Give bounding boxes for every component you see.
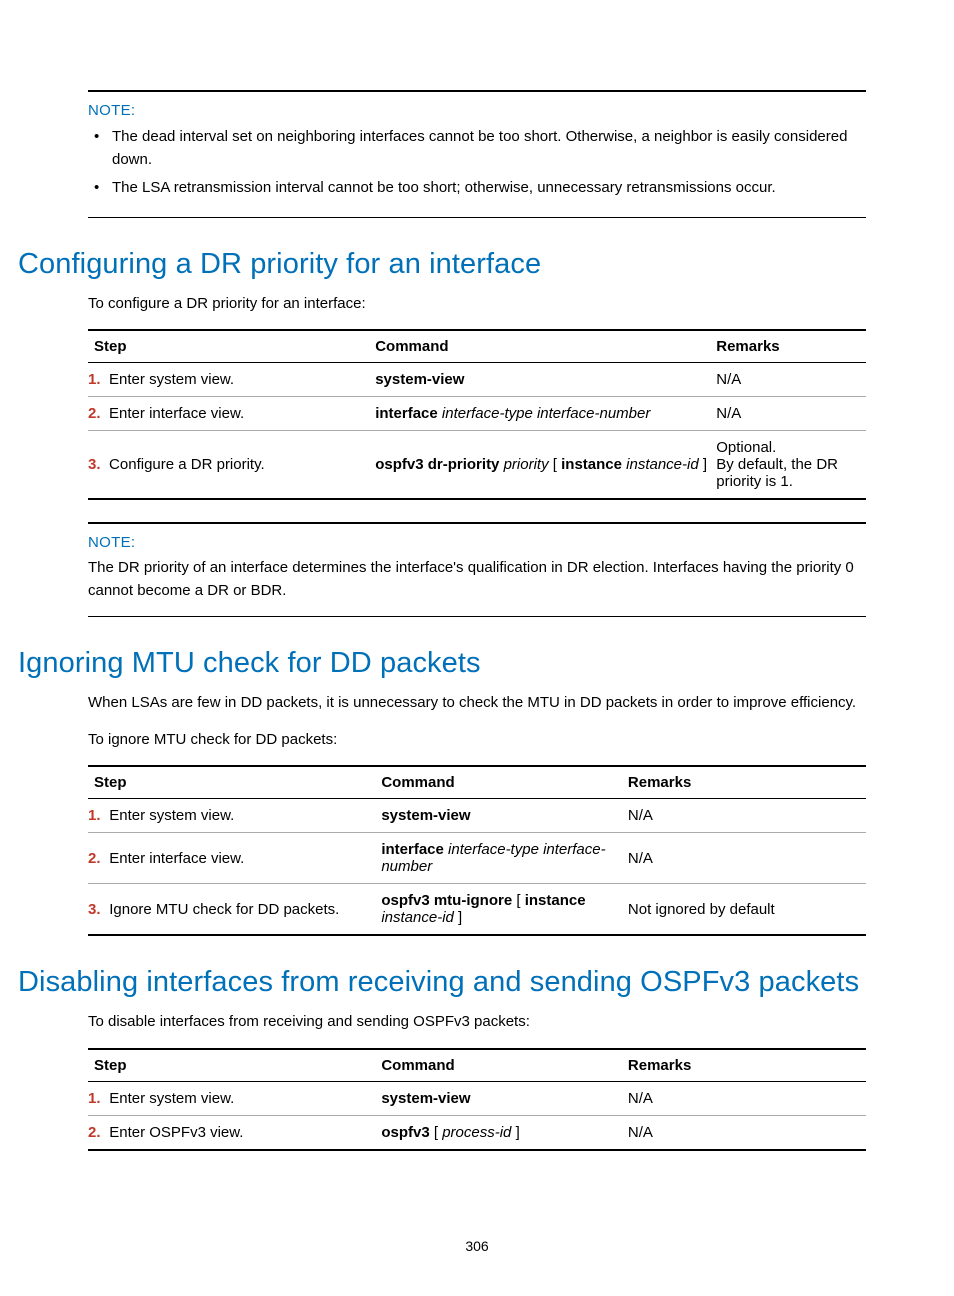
table-row: 1. Enter system view. system-view N/A xyxy=(88,1081,866,1115)
section-intro: To ignore MTU check for DD packets: xyxy=(88,729,866,752)
section-heading-disable: Disabling interfaces from receiving and … xyxy=(18,966,866,999)
step-command: system-view xyxy=(381,1081,628,1115)
note-item: The dead interval set on neighboring int… xyxy=(112,125,866,172)
step-command: system-view xyxy=(381,799,628,833)
th-command: Command xyxy=(375,330,716,363)
note-list: The dead interval set on neighboring int… xyxy=(88,125,866,199)
th-command: Command xyxy=(381,1049,628,1082)
step-desc: Enter system view. xyxy=(109,363,375,397)
section-heading-mtu: Ignoring MTU check for DD packets xyxy=(18,647,866,680)
table-row: 2. Enter OSPFv3 view. ospfv3 [ process-i… xyxy=(88,1115,866,1150)
step-number: 1. xyxy=(88,799,109,833)
note-label: NOTE: xyxy=(88,534,866,551)
table-row: 3. Configure a DR priority. ospfv3 dr-pr… xyxy=(88,431,866,500)
section-body: When LSAs are few in DD packets, it is u… xyxy=(88,692,866,715)
step-number: 3. xyxy=(88,431,109,500)
step-desc: Enter interface view. xyxy=(109,833,381,884)
step-desc: Enter system view. xyxy=(109,1081,381,1115)
step-number: 1. xyxy=(88,1081,109,1115)
th-remarks: Remarks xyxy=(716,330,866,363)
config-table-mtu: Step Command Remarks 1. Enter system vie… xyxy=(88,765,866,936)
section-intro: To configure a DR priority for an interf… xyxy=(88,293,866,316)
th-command: Command xyxy=(381,766,628,799)
note-box-1: NOTE: The dead interval set on neighbori… xyxy=(88,90,866,218)
step-command: interface interface-type interface-numbe… xyxy=(381,833,628,884)
step-command: interface interface-type interface-numbe… xyxy=(375,397,716,431)
step-number: 2. xyxy=(88,833,109,884)
step-desc: Enter OSPFv3 view. xyxy=(109,1115,381,1150)
step-remarks: Optional.By default, the DR priority is … xyxy=(716,431,866,500)
step-desc: Ignore MTU check for DD packets. xyxy=(109,884,381,936)
step-desc: Enter system view. xyxy=(109,799,381,833)
step-remarks: N/A xyxy=(716,397,866,431)
config-table-dr-priority: Step Command Remarks 1. Enter system vie… xyxy=(88,329,866,500)
step-number: 1. xyxy=(88,363,109,397)
step-number: 3. xyxy=(88,884,109,936)
note-label: NOTE: xyxy=(88,102,866,119)
table-row: 1. Enter system view. system-view N/A xyxy=(88,799,866,833)
section-intro: To disable interfaces from receiving and… xyxy=(88,1011,866,1034)
step-command: ospfv3 dr-priority priority [ instance i… xyxy=(375,431,716,500)
table-row: 3. Ignore MTU check for DD packets. ospf… xyxy=(88,884,866,936)
page-number: 306 xyxy=(0,1238,954,1254)
step-command: system-view xyxy=(375,363,716,397)
step-desc: Enter interface view. xyxy=(109,397,375,431)
th-step: Step xyxy=(88,330,375,363)
step-remarks: N/A xyxy=(628,799,866,833)
table-row: 1. Enter system view. system-view N/A xyxy=(88,363,866,397)
step-remarks: N/A xyxy=(628,1081,866,1115)
step-remarks: N/A xyxy=(628,833,866,884)
step-command: ospfv3 mtu-ignore [ instance instance-id… xyxy=(381,884,628,936)
th-remarks: Remarks xyxy=(628,1049,866,1082)
note-item: The LSA retransmission interval cannot b… xyxy=(112,176,866,199)
note-box-2: NOTE: The DR priority of an interface de… xyxy=(88,522,866,617)
step-number: 2. xyxy=(88,397,109,431)
section-heading-dr-priority: Configuring a DR priority for an interfa… xyxy=(18,248,866,281)
step-desc: Configure a DR priority. xyxy=(109,431,375,500)
th-step: Step xyxy=(88,766,381,799)
step-remarks: N/A xyxy=(716,363,866,397)
note-text: The DR priority of an interface determin… xyxy=(88,557,866,602)
step-command: ospfv3 [ process-id ] xyxy=(381,1115,628,1150)
config-table-disable: Step Command Remarks 1. Enter system vie… xyxy=(88,1048,866,1151)
step-number: 2. xyxy=(88,1115,109,1150)
table-row: 2. Enter interface view. interface inter… xyxy=(88,833,866,884)
step-remarks: N/A xyxy=(628,1115,866,1150)
table-row: 2. Enter interface view. interface inter… xyxy=(88,397,866,431)
th-remarks: Remarks xyxy=(628,766,866,799)
th-step: Step xyxy=(88,1049,381,1082)
step-remarks: Not ignored by default xyxy=(628,884,866,936)
